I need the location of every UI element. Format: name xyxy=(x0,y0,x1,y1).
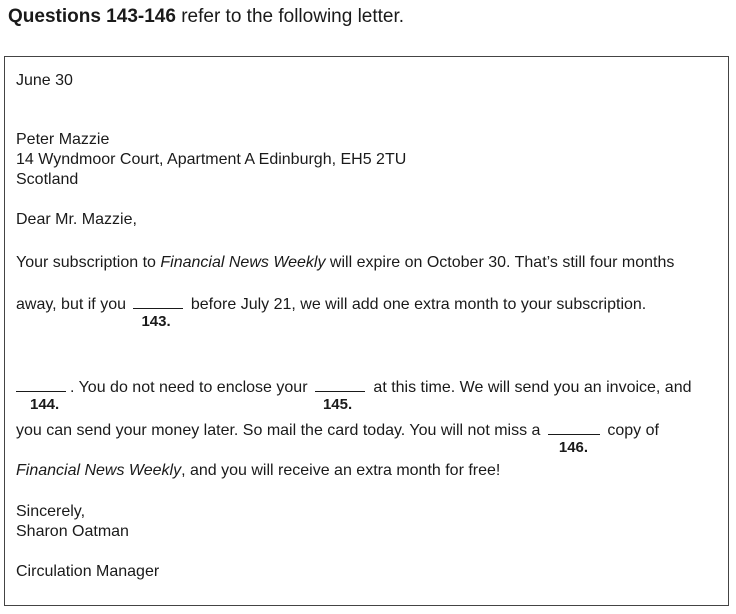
publication-title: Financial News Weekly xyxy=(16,462,182,479)
text-segment: you can send your money later. So mail t… xyxy=(16,422,545,439)
blank-number-144: 144. xyxy=(30,396,60,413)
salutation: Dear Mr. Mazzie, xyxy=(16,211,137,228)
closing: Sincerely, xyxy=(16,503,86,520)
text-segment: away, but if you xyxy=(16,296,131,313)
text-segment: . You do not need to enclose your xyxy=(70,379,312,396)
question-heading: Questions 143-146 refer to the following… xyxy=(8,5,404,29)
letter-box: June 30 Peter Mazzie 14 Wyndmoor Court, … xyxy=(4,56,729,606)
question-instruction: refer to the following letter. xyxy=(175,6,405,27)
text-segment: at this time. We will send you an invoic… xyxy=(368,379,692,396)
text-segment: Your subscription to xyxy=(16,254,161,271)
paragraph-line-4: you can send your money later. So mail t… xyxy=(16,420,659,456)
blank-144[interactable]: 144. xyxy=(16,377,66,413)
blank-146[interactable]: 146. xyxy=(547,420,600,456)
blank-143[interactable]: 143. xyxy=(133,294,184,330)
text-segment: , and you will receive an extra month fo… xyxy=(181,462,501,479)
paragraph-line-3: 144. . You do not need to enclose your 14… xyxy=(16,377,692,413)
paragraph-line-5: Financial News Weekly, and you will rece… xyxy=(16,461,500,481)
recipient-address: 14 Wyndmoor Court, Apartment A Edinburgh… xyxy=(16,151,407,168)
blank-145[interactable]: 145. xyxy=(314,377,365,413)
blank-number-146: 146. xyxy=(558,439,589,456)
paragraph-line-1: Your subscription to Financial News Week… xyxy=(16,253,674,273)
signer-title: Circulation Manager xyxy=(16,563,160,580)
recipient-country: Scotland xyxy=(16,171,79,188)
paragraph-line-2: away, but if you 143. before July 21, we… xyxy=(16,294,647,330)
publication-title: Financial News Weekly xyxy=(160,254,326,271)
letter-date: June 30 xyxy=(16,72,73,89)
blank-number-143: 143. xyxy=(141,313,171,330)
question-range: Questions 143-146 xyxy=(8,6,176,27)
signer-name: Sharon Oatman xyxy=(16,523,129,540)
text-segment: copy of xyxy=(602,422,659,439)
recipient-name: Peter Mazzie xyxy=(16,131,110,148)
text-segment: will expire on October 30. That’s still … xyxy=(325,254,675,271)
blank-number-145: 145. xyxy=(322,396,353,413)
text-segment: before July 21, we will add one extra mo… xyxy=(186,296,647,313)
